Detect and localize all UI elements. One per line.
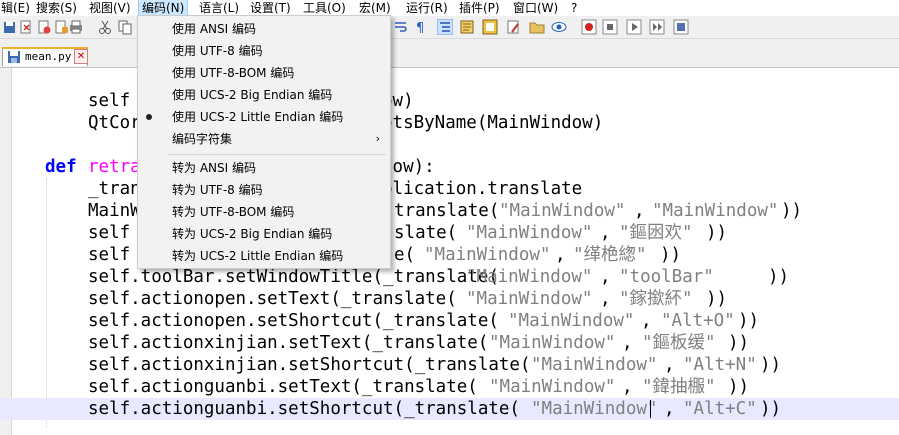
project-panel-icon[interactable] <box>529 19 545 35</box>
toolbar: ¶ <box>0 16 899 39</box>
code-line: _tran plication.translate <box>88 179 583 199</box>
code-line: self.actionxinjian.setText(_translate( "… <box>88 333 750 353</box>
tab-close-icon[interactable]: ✕ <box>74 49 88 64</box>
menu-bar: 辑(E) 搜索(S) 视图(V) 编码(N) 语言(L) 设置(T) 工具(O)… <box>0 0 899 17</box>
play-macro-icon[interactable] <box>626 19 642 35</box>
menu-macro[interactable]: 宏(M) <box>356 0 394 16</box>
menu-plugins[interactable]: 插件(P) <box>456 0 503 16</box>
menu-view[interactable]: 视图(V) <box>86 0 134 16</box>
copy-icon[interactable] <box>117 19 133 35</box>
menu-help[interactable]: ? <box>568 0 580 16</box>
menu-use-utf8-bom[interactable]: 使用 UTF-8-BOM 编码 <box>138 62 390 84</box>
submenu-arrow-icon: › <box>375 132 380 145</box>
text-caret <box>650 400 651 418</box>
function-list-icon[interactable] <box>482 19 498 35</box>
open-icon[interactable] <box>53 19 69 35</box>
save-macro-icon[interactable] <box>673 19 689 35</box>
menu-convert-ucs2-le[interactable]: 转为 UCS-2 Little Endian 编码 <box>138 245 390 267</box>
indent-guide-icon[interactable] <box>437 19 453 35</box>
menu-use-utf8[interactable]: 使用 UTF-8 编码 <box>138 40 390 62</box>
menu-tools[interactable]: 工具(O) <box>300 0 349 16</box>
tab-bar: mean.py ✕ <box>0 39 899 68</box>
encoding-menu: 使用 ANSI 编码 使用 UTF-8 编码 使用 UTF-8-BOM 编码 使… <box>137 15 391 269</box>
code-line: MainW translate( "MainWindow" , "MainWin… <box>88 201 803 221</box>
doc-map-icon[interactable] <box>459 19 475 35</box>
menu-window[interactable]: 窗口(W) <box>510 0 561 16</box>
menu-separator <box>168 154 386 155</box>
code-line: self.actionopen.setShortcut(_translate( … <box>88 311 760 331</box>
code-line: self e( "MainWindow" , "缂栬緫" )) <box>88 245 682 265</box>
print-icon[interactable] <box>68 19 84 35</box>
record-macro-icon[interactable] <box>581 19 597 35</box>
wrap-icon[interactable] <box>393 19 409 35</box>
menu-charset[interactable]: 编码字符集 › <box>138 128 390 150</box>
menu-convert-ucs2-be[interactable]: 转为 UCS-2 Big Endian 编码 <box>138 223 390 245</box>
run-macro-multiple-icon[interactable] <box>649 19 665 35</box>
menu-settings[interactable]: 设置(T) <box>247 0 294 16</box>
code-line: self.toolBar.setWindowTitle(_translate( … <box>88 267 790 287</box>
tab-mean-py[interactable]: mean.py ✕ <box>2 47 88 66</box>
menu-use-ansi[interactable]: 使用 ANSI 编码 <box>138 18 390 40</box>
monitoring-eye-icon[interactable] <box>551 19 567 35</box>
save-disk-icon <box>8 51 20 63</box>
menu-run[interactable]: 运行(R) <box>403 0 451 16</box>
menu-search[interactable]: 搜索(S) <box>33 0 80 16</box>
menu-use-ucs2-be[interactable]: 使用 UCS-2 Big Endian 编码 <box>138 84 390 106</box>
code-line: QtCor otsByName(MainWindow) <box>88 113 604 133</box>
svg-text:¶: ¶ <box>416 21 424 35</box>
stop-macro-icon[interactable] <box>602 19 618 35</box>
menu-edit[interactable]: 辑(E) <box>0 0 33 16</box>
code-line: self.actionopen.setText(_translate( "Mai… <box>88 289 728 309</box>
tab-filename: mean.py <box>25 50 72 63</box>
close-file-icon[interactable] <box>18 19 34 35</box>
current-code-line: self.actionguanbi.setShortcut(_translate… <box>0 398 899 420</box>
show-all-chars-icon[interactable]: ¶ <box>413 19 429 35</box>
code-line: self ow) <box>88 91 414 111</box>
code-line: def retra dow): <box>45 157 435 177</box>
code-line: self slate( "MainWindow" , "鏂囦欢" )) <box>88 223 728 243</box>
close-all-icon[interactable] <box>36 19 52 35</box>
menu-language[interactable]: 语言(L) <box>196 0 242 16</box>
menu-convert-utf8-bom[interactable]: 转为 UTF-8-BOM 编码 <box>138 201 390 223</box>
code-editor[interactable]: self ow) QtCor otsByName(MainWindow) def… <box>0 68 899 435</box>
selected-bullet-icon <box>146 114 152 120</box>
code-line: self.actionguanbi.setText(_translate( "M… <box>88 377 750 397</box>
menu-convert-utf8[interactable]: 转为 UTF-8 编码 <box>138 179 390 201</box>
cut-icon[interactable] <box>97 19 113 35</box>
code-line: self.actionxinjian.setShortcut(_translat… <box>88 355 782 375</box>
save-all-icon[interactable] <box>2 19 18 35</box>
menu-convert-ansi[interactable]: 转为 ANSI 编码 <box>138 157 390 179</box>
menu-use-ucs2-le[interactable]: 使用 UCS-2 Little Endian 编码 <box>138 106 390 128</box>
folder-workspace-icon[interactable] <box>506 19 522 35</box>
